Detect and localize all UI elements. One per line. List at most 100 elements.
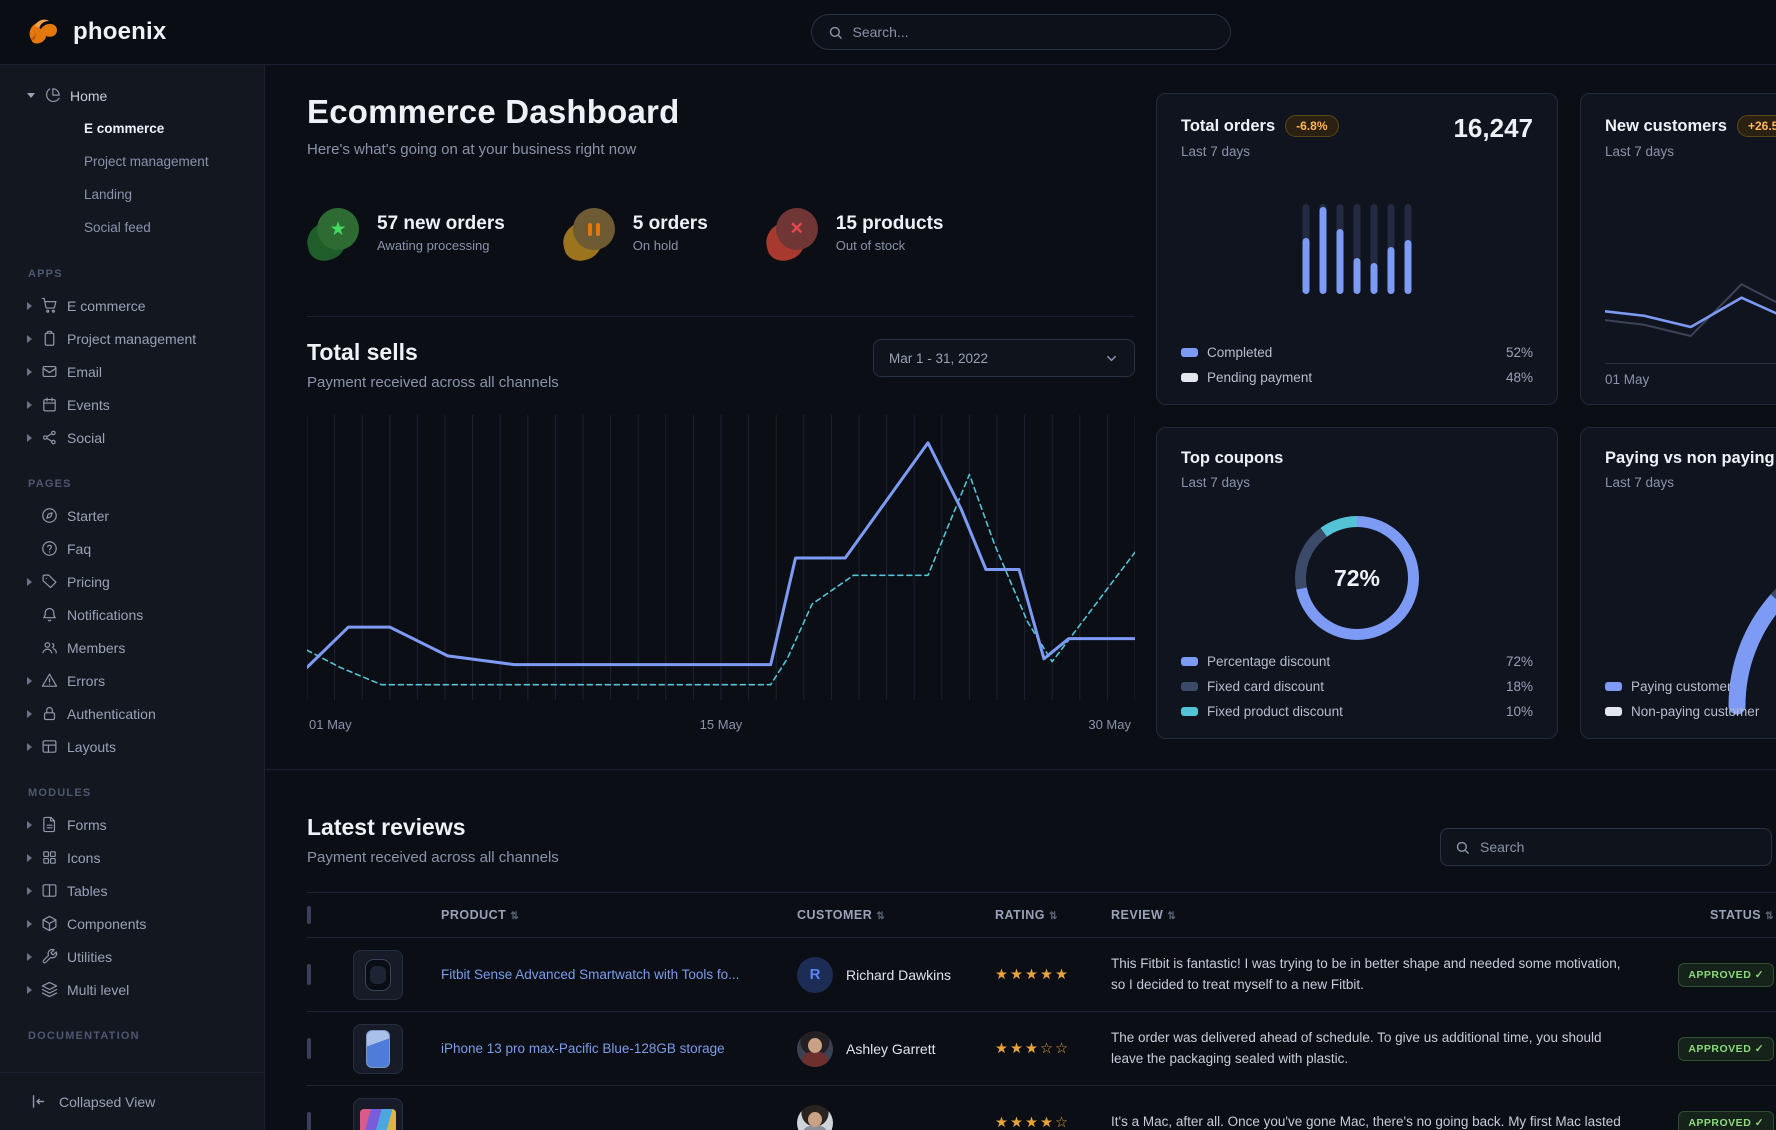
customer-name: Ashley Garrett xyxy=(846,1041,935,1057)
layers-icon xyxy=(41,981,58,998)
product-thumbnail-iphone[interactable] xyxy=(353,1024,403,1074)
date-range-select[interactable]: Mar 1 - 31, 2022 xyxy=(873,339,1135,377)
navbar-search-input[interactable] xyxy=(853,24,1214,40)
legend-item: Pending payment 48% xyxy=(1181,365,1533,390)
legend-swatch-icon xyxy=(1181,682,1198,691)
legend-value: 48% xyxy=(1506,370,1533,385)
legend-value: 52% xyxy=(1506,345,1533,360)
page-title: Ecommerce Dashboard xyxy=(307,93,1135,131)
sidebar-item-members[interactable]: Members xyxy=(0,631,264,664)
page-subtitle: Here's what's going on at your business … xyxy=(307,141,1135,158)
order-bar xyxy=(1405,204,1412,294)
sidebar-item-e-commerce[interactable]: E commerce xyxy=(0,289,264,322)
reviews-search-input[interactable] xyxy=(1480,839,1757,855)
caret-right-icon xyxy=(27,368,32,376)
sidebar-item-components[interactable]: Components xyxy=(0,907,264,940)
top-coupons-card: Top coupons Last 7 days 72% Percentage d… xyxy=(1156,427,1558,739)
search-icon xyxy=(1455,840,1470,855)
sidebar-item-social-feed[interactable]: Social feed xyxy=(0,211,264,244)
reviews-search[interactable] xyxy=(1440,828,1772,866)
star-icon: ★ xyxy=(307,206,361,260)
legend-label: Percentage discount xyxy=(1207,654,1330,669)
column-header-customer[interactable]: CUSTOMER⇅ xyxy=(797,908,995,922)
row-checkbox[interactable] xyxy=(307,1038,311,1059)
caret-right-icon xyxy=(27,854,32,862)
sidebar-item-email[interactable]: Email xyxy=(0,355,264,388)
order-bar xyxy=(1303,204,1310,294)
sidebar-nav: HomeE commerceProject managementLandingS… xyxy=(0,79,264,1051)
stat-value: 57 new orders xyxy=(377,213,505,235)
column-header-status[interactable]: STATUS⇅ xyxy=(1651,908,1776,922)
sidebar-item-multi-level[interactable]: Multi level xyxy=(0,973,264,1006)
total-sells-x-axis: 01 May 15 May 30 May xyxy=(307,717,1135,737)
sidebar-item-forms[interactable]: Forms xyxy=(0,808,264,841)
legend-value: 72% xyxy=(1506,654,1533,669)
sidebar-item-errors[interactable]: Errors xyxy=(0,664,264,697)
sidebar-item-e-commerce[interactable]: E commerce xyxy=(0,112,264,145)
pause-icon xyxy=(563,206,617,260)
legend-swatch-icon xyxy=(1181,657,1198,666)
sidebar-item-authentication[interactable]: Authentication xyxy=(0,697,264,730)
sidebar-item-layouts[interactable]: Layouts xyxy=(0,730,264,763)
row-checkbox[interactable] xyxy=(307,1112,311,1130)
sort-icon: ⇅ xyxy=(876,911,885,922)
review-text: It's a Mac, after all. Once you've gone … xyxy=(1111,1112,1651,1130)
stat-caption: On hold xyxy=(633,238,708,253)
column-header-review[interactable]: REVIEW⇅ xyxy=(1111,908,1651,922)
sidebar-item-social[interactable]: Social xyxy=(0,421,264,454)
select-all-checkbox[interactable] xyxy=(307,906,311,924)
collapse-view-button[interactable]: Collapsed View xyxy=(0,1072,264,1130)
row-checkbox[interactable] xyxy=(307,964,311,985)
order-bar xyxy=(1320,204,1327,294)
phoenix-logo-icon xyxy=(26,17,62,47)
pie-chart-icon xyxy=(44,87,61,104)
sidebar-item-starter[interactable]: Starter xyxy=(0,499,264,532)
stat-caption: Out of stock xyxy=(836,238,944,253)
compass-icon xyxy=(41,507,58,524)
caret-right-icon xyxy=(27,920,32,928)
legend-swatch-icon xyxy=(1181,707,1198,716)
brand-name: phoenix xyxy=(73,18,166,46)
sidebar-item-project-management[interactable]: Project management xyxy=(0,145,264,178)
reviews-table: PRODUCT⇅CUSTOMER⇅RATING⇅REVIEW⇅STATUS⇅ F… xyxy=(307,892,1776,1130)
navbar-search[interactable] xyxy=(811,14,1231,50)
sidebar-item-project-management[interactable]: Project management xyxy=(0,322,264,355)
sidebar-item-events[interactable]: Events xyxy=(0,388,264,421)
sidebar-section-apps: APPS xyxy=(0,244,264,289)
column-header-rating[interactable]: RATING⇅ xyxy=(995,908,1111,922)
table-row: ★★★★☆ It's a Mac, after all. Once you've… xyxy=(307,1086,1776,1130)
users-icon xyxy=(41,639,58,656)
caret-right-icon xyxy=(27,434,32,442)
avatar xyxy=(797,1031,833,1067)
legend-swatch-icon xyxy=(1181,373,1198,382)
legend-label: Pending payment xyxy=(1207,370,1312,385)
layout-icon xyxy=(41,738,58,755)
product-link[interactable]: Fitbit Sense Advanced Smartwatch with To… xyxy=(441,967,739,982)
column-header-product[interactable]: PRODUCT⇅ xyxy=(441,908,797,922)
change-badge: +26.5% xyxy=(1737,115,1776,137)
coupons-donut-chart: 72% xyxy=(1295,516,1419,640)
sidebar-item-notifications[interactable]: Notifications xyxy=(0,598,264,631)
orders-bar-chart xyxy=(1303,204,1412,294)
product-link[interactable]: iPhone 13 pro max-Pacific Blue-128GB sto… xyxy=(441,1041,725,1056)
sidebar: HomeE commerceProject managementLandingS… xyxy=(0,65,265,1130)
total-sells-subtitle: Payment received across all channels xyxy=(307,374,559,391)
brand[interactable]: phoenix xyxy=(0,17,265,47)
reviews-subtitle: Payment received across all channels xyxy=(307,849,559,866)
sidebar-item-utilities[interactable]: Utilities xyxy=(0,940,264,973)
caret-right-icon xyxy=(27,335,32,343)
sidebar-item-pricing[interactable]: Pricing xyxy=(0,565,264,598)
sort-icon: ⇅ xyxy=(1049,911,1058,922)
table-row: Fitbit Sense Advanced Smartwatch with To… xyxy=(307,938,1776,1012)
sidebar-item-landing[interactable]: Landing xyxy=(0,178,264,211)
product-thumbnail-smartwatch[interactable] xyxy=(353,950,403,1000)
product-thumbnail-ipad[interactable] xyxy=(353,1098,403,1130)
sidebar-item-icons[interactable]: Icons xyxy=(0,841,264,874)
sidebar-item-tables[interactable]: Tables xyxy=(0,874,264,907)
card-period: Last 7 days xyxy=(1181,144,1533,159)
caret-right-icon xyxy=(27,821,32,829)
sidebar-item-home[interactable]: Home xyxy=(0,79,264,112)
change-badge: -6.8% xyxy=(1285,115,1338,137)
sidebar-item-faq[interactable]: Faq xyxy=(0,532,264,565)
question-circle-icon xyxy=(41,540,58,557)
